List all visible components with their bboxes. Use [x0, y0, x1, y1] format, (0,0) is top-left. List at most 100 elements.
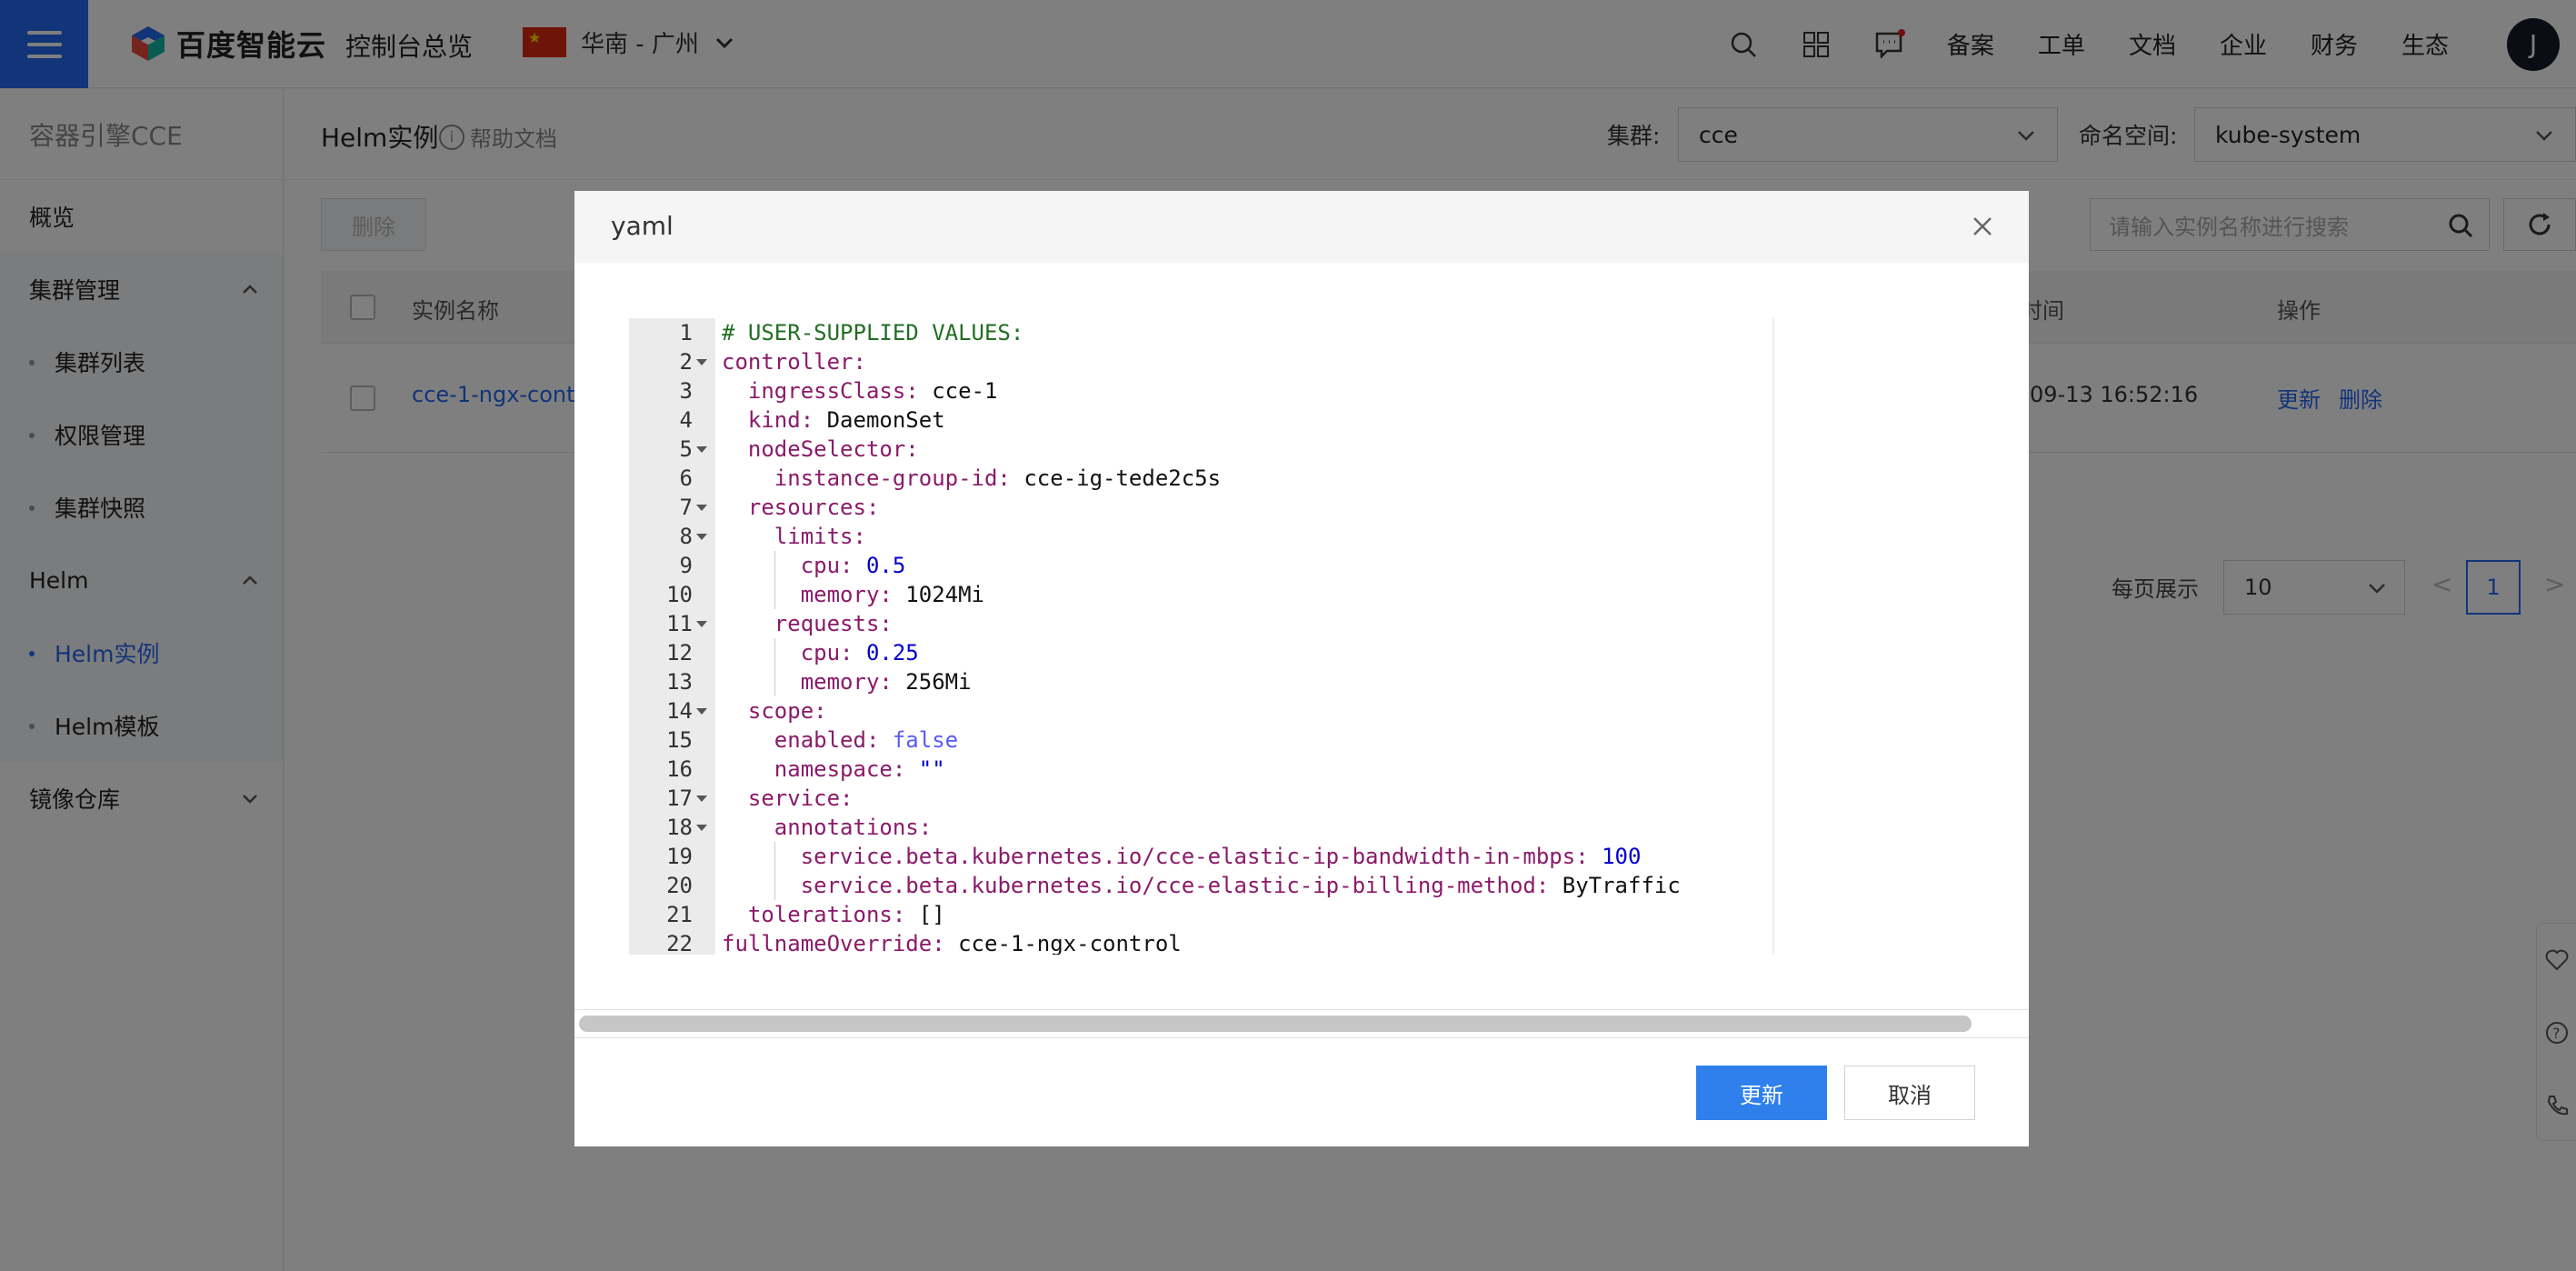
code-line: 18 annotations:	[629, 813, 1772, 842]
yaml-value: 0.25	[853, 640, 919, 666]
code-line: 7 resources:	[629, 493, 1772, 522]
yaml-value: false	[879, 727, 959, 753]
fold-toggle-icon[interactable]	[696, 359, 707, 365]
yaml-value: cce-ig-tede2c5s	[1010, 465, 1222, 491]
code-line: 12 cpu: 0.25	[629, 638, 1772, 667]
yaml-value: 1024Mi	[892, 582, 985, 607]
yaml-value: cce-1	[918, 378, 998, 404]
code-line: 8 limits:	[629, 522, 1772, 551]
fold-toggle-icon[interactable]	[696, 534, 707, 540]
code-line: 22 fullnameOverride: cce-1-ngx-control	[629, 929, 1772, 955]
yaml-key: scope:	[747, 698, 827, 724]
yaml-key: fullnameOverride:	[722, 931, 945, 955]
line-number: 5	[679, 436, 693, 462]
dialog-header: yaml	[574, 191, 2029, 263]
line-number: 20	[666, 873, 693, 898]
code-text: scope:	[722, 696, 827, 726]
code-line: 16 namespace: ""	[629, 755, 1772, 784]
code-text: namespace: ""	[722, 755, 945, 784]
line-number: 4	[679, 407, 693, 433]
line-number: 13	[666, 669, 693, 695]
yaml-dialog: yaml 1 # USER-SUPPLIED VALUES: 2 controller…	[574, 191, 2029, 1146]
yaml-editor[interactable]: 1 # USER-SUPPLIED VALUES: 2 controller: 3 in…	[629, 318, 1774, 955]
yaml-comment: # USER-SUPPLIED VALUES:	[722, 320, 1024, 345]
yaml-key: annotations:	[774, 815, 933, 840]
code-text: enabled: false	[722, 726, 958, 755]
code-text: kind: DaemonSet	[722, 405, 945, 435]
code-text: service.beta.kubernetes.io/cce-elastic-i…	[722, 871, 1681, 900]
code-text: instance-group-id: cce-ig-tede2c5s	[722, 464, 1221, 493]
line-number: 3	[679, 378, 693, 404]
code-line: 5 nodeSelector:	[629, 435, 1772, 464]
code-line: 6 instance-group-id: cce-ig-tede2c5s	[629, 464, 1772, 493]
code-text: cpu: 0.5	[722, 551, 906, 580]
line-number: 1	[679, 320, 693, 345]
yaml-key: service.beta.kubernetes.io/cce-elastic-i…	[800, 873, 1550, 898]
cancel-button[interactable]: 取消	[1844, 1066, 1975, 1120]
fold-toggle-icon[interactable]	[696, 825, 707, 831]
yaml-key: cpu:	[800, 553, 854, 578]
line-number: 18	[666, 815, 693, 840]
line-number: 8	[679, 524, 693, 549]
code-text: ingressClass: cce-1	[722, 376, 998, 405]
code-line: 14 scope:	[629, 696, 1772, 726]
yaml-value: ""	[905, 756, 945, 782]
code-text: memory: 1024Mi	[722, 580, 984, 609]
yaml-key: ingressClass:	[747, 378, 919, 404]
code-text: tolerations: []	[722, 900, 945, 929]
code-text: cpu: 0.25	[722, 638, 919, 667]
yaml-key: nodeSelector:	[747, 436, 919, 462]
yaml-key: enabled:	[774, 727, 880, 753]
code-line: 1 # USER-SUPPLIED VALUES:	[629, 318, 1772, 347]
code-text: requests:	[722, 609, 893, 638]
update-button[interactable]: 更新	[1696, 1066, 1827, 1120]
code-line: 10 memory: 1024Mi	[629, 580, 1772, 609]
close-icon[interactable]	[1969, 213, 1996, 240]
fold-toggle-icon[interactable]	[696, 446, 707, 453]
yaml-key: memory:	[800, 582, 893, 607]
code-line: 20 service.beta.kubernetes.io/cce-elasti…	[629, 871, 1772, 900]
yaml-key: tolerations:	[747, 902, 906, 927]
yaml-value: cce-1-ngx-control	[944, 931, 1182, 955]
yaml-key: kind:	[747, 407, 814, 433]
yaml-value: ByTraffic	[1549, 873, 1681, 898]
line-number: 12	[666, 640, 693, 666]
code-text: annotations:	[722, 813, 932, 842]
yaml-key: requests:	[774, 611, 893, 636]
yaml-key: memory:	[800, 669, 893, 695]
fold-toggle-icon[interactable]	[696, 708, 707, 715]
code-text: nodeSelector:	[722, 435, 919, 464]
yaml-key: resources:	[747, 495, 880, 520]
fold-toggle-icon[interactable]	[696, 505, 707, 511]
code-line: 15 enabled: false	[629, 726, 1772, 755]
line-number: 22	[666, 931, 693, 955]
code-line: 11 requests:	[629, 609, 1772, 638]
code-line: 4 kind: DaemonSet	[629, 405, 1772, 435]
line-number: 10	[666, 582, 693, 607]
line-number: 15	[666, 727, 693, 753]
horizontal-scrollbar[interactable]	[579, 1016, 1972, 1032]
fold-toggle-icon[interactable]	[696, 621, 707, 627]
code-text: resources:	[722, 493, 880, 522]
code-line: 13 memory: 256Mi	[629, 667, 1772, 696]
fold-toggle-icon[interactable]	[696, 796, 707, 802]
line-number: 11	[666, 611, 693, 636]
code-text: controller:	[722, 347, 866, 376]
line-number: 2	[679, 349, 693, 375]
yaml-value: []	[905, 902, 945, 927]
code-text: memory: 256Mi	[722, 667, 972, 696]
code-line: 17 service:	[629, 784, 1772, 813]
code-text: limits:	[722, 522, 866, 551]
